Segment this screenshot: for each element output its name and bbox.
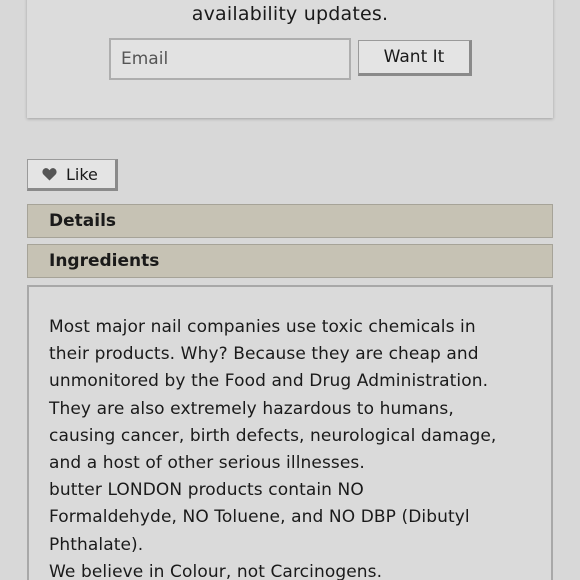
notify-message: availability updates. [191,3,389,25]
ingredients-line: Most major nail companies use toxic chem… [49,317,476,337]
ingredients-line: Phthalate). [49,534,144,555]
ingredients-line: causing cancer, birth defects, neurologi… [49,425,497,446]
heart-icon [42,168,57,181]
ingredients-line: their products. Why? Because they are ch… [49,344,479,365]
ingredients-line: unmonitored by the Food and Drug Adminis… [49,371,489,392]
ingredients-line: Formaldehyde, NO Toluene, and NO DBP (Di… [49,507,470,528]
email-field[interactable] [109,38,351,80]
ingredients-panel: Most major nail companies use toxic chem… [27,285,553,580]
ingredients-line: butter LONDON products contain NO [49,480,364,501]
ingredients-line: We believe in Colour, not Carcinogens. [49,561,383,580]
product-page: availability updates. Want It Like Detai… [0,0,580,580]
details-accordion-header[interactable]: Details [27,204,553,238]
like-button[interactable]: Like [27,159,118,191]
availability-notify-card: availability updates. Want It [27,0,553,118]
ingredients-line: and a host of other serious illnesses. [49,453,365,474]
details-label: Details [49,211,117,231]
want-it-button[interactable]: Want It [358,40,472,76]
ingredients-label: Ingredients [49,251,160,271]
like-label: Like [66,164,98,184]
ingredients-line: They are also extremely hazardous to hum… [49,398,454,419]
ingredients-accordion-header[interactable]: Ingredients [27,244,553,278]
